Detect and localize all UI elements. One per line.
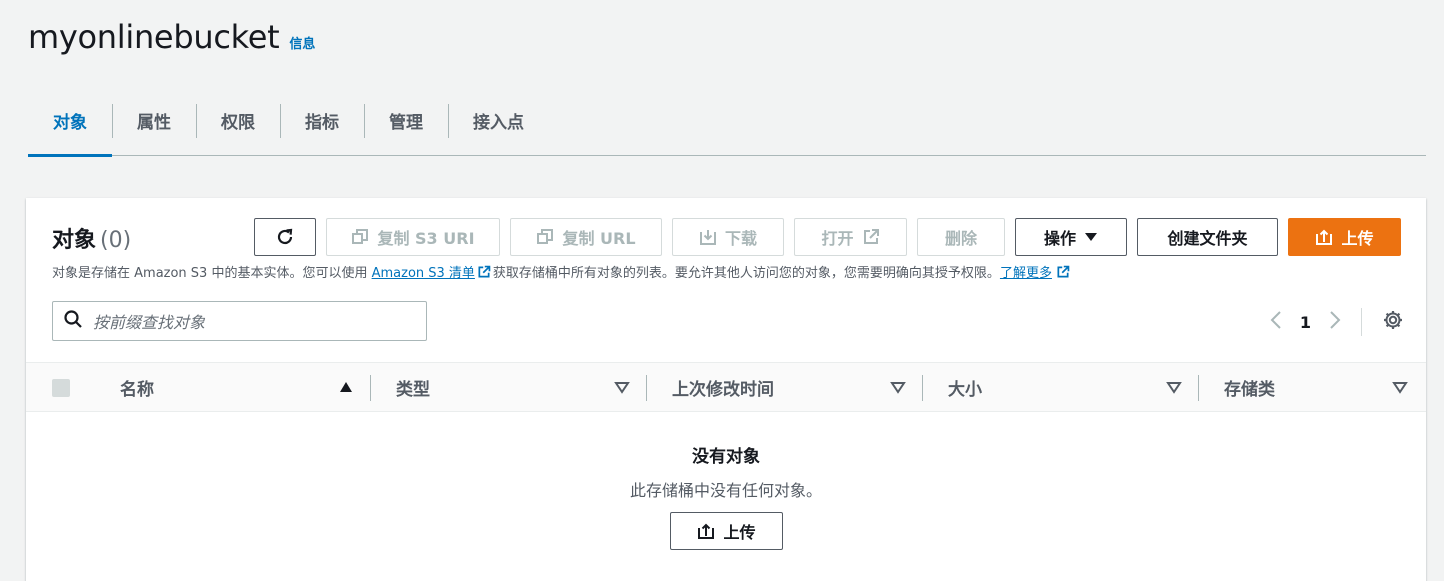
empty-state-subtitle: 此存储桶中没有任何对象。 (629, 481, 822, 500)
objects-panel: 对象 (0) 复制 S3 URI 复制 URL 下载 打开 删除 操作 创建文件… (26, 198, 1426, 581)
page-header: myonlinebucket 信息 (28, 18, 315, 56)
sort-icon[interactable] (614, 379, 630, 398)
refresh-icon (275, 227, 295, 247)
empty-upload-button[interactable]: 上传 (670, 512, 783, 550)
tab-metrics[interactable]: 指标 (280, 86, 364, 156)
upload-button[interactable]: 上传 (1288, 218, 1401, 256)
column-name[interactable]: 名称 (120, 363, 154, 411)
upload-icon (697, 522, 715, 540)
sort-icon[interactable] (1166, 379, 1182, 398)
delete-label: 删除 (944, 229, 977, 248)
empty-state-title: 没有对象 (692, 447, 760, 467)
column-storage-class[interactable]: 存储类 (1224, 363, 1275, 411)
column-type[interactable]: 类型 (396, 363, 430, 411)
tab-properties[interactable]: 属性 (112, 86, 196, 156)
sort-ascending-icon[interactable] (338, 379, 354, 398)
inventory-link[interactable]: Amazon S3 清单 (372, 266, 475, 281)
column-size[interactable]: 大小 (948, 363, 982, 411)
external-link-icon (862, 228, 880, 246)
column-divider[interactable] (1198, 375, 1199, 401)
bucket-title: myonlinebucket (28, 18, 280, 56)
column-last-modified[interactable]: 上次修改时间 (672, 363, 774, 411)
chevron-right-icon[interactable] (1329, 310, 1341, 334)
delete-button[interactable]: 删除 (917, 218, 1005, 256)
download-button[interactable]: 下载 (672, 218, 784, 256)
learn-more-link[interactable]: 了解更多 (1000, 266, 1052, 281)
column-divider[interactable] (646, 375, 647, 401)
sort-icon[interactable] (890, 379, 906, 398)
table-header: 名称 类型 上次修改时间 大小 存储类 (26, 362, 1426, 412)
prefix-search-input[interactable]: 按前缀查找对象 (52, 301, 427, 341)
open-label: 打开 (821, 229, 854, 248)
copy-icon (351, 228, 369, 246)
tab-permissions[interactable]: 权限 (196, 86, 280, 156)
tab-bar: 对象 属性 权限 指标 管理 接入点 (28, 86, 1426, 157)
refresh-button[interactable] (254, 218, 316, 256)
chevron-left-icon[interactable] (1270, 310, 1282, 334)
copy-url-label: 复制 URL (562, 229, 636, 248)
column-divider[interactable] (922, 375, 923, 401)
download-icon (699, 228, 717, 246)
tab-access-points[interactable]: 接入点 (448, 86, 549, 156)
copy-s3-uri-label: 复制 S3 URI (377, 229, 475, 248)
create-folder-label: 创建文件夹 (1167, 229, 1248, 248)
copy-s3-uri-button[interactable]: 复制 S3 URI (326, 218, 500, 256)
actions-label: 操作 (1043, 229, 1076, 248)
column-divider[interactable] (370, 375, 371, 401)
pager-divider (1361, 308, 1362, 336)
tab-management[interactable]: 管理 (364, 86, 448, 156)
tab-objects[interactable]: 对象 (28, 86, 112, 157)
objects-description: 对象是存储在 Amazon S3 中的基本实体。您可以使用 Amazon S3 … (52, 262, 1070, 283)
actions-dropdown[interactable]: 操作 (1015, 218, 1127, 256)
sort-icon[interactable] (1392, 379, 1408, 398)
external-link-icon (477, 265, 491, 283)
upload-icon (1315, 228, 1333, 246)
select-all-checkbox[interactable] (52, 379, 70, 397)
upload-label: 上传 (1341, 229, 1374, 248)
info-link[interactable]: 信息 (289, 33, 315, 52)
upload-label: 上传 (723, 523, 756, 542)
caret-down-icon (1084, 232, 1098, 242)
create-folder-button[interactable]: 创建文件夹 (1137, 218, 1278, 256)
copy-url-button[interactable]: 复制 URL (510, 218, 662, 256)
empty-state: 没有对象 此存储桶中没有任何对象。 上传 (26, 442, 1426, 550)
pagination: 1 (1270, 308, 1404, 336)
copy-icon (536, 228, 554, 246)
panel-title-text: 对象 (52, 228, 97, 253)
search-placeholder: 按前缀查找对象 (93, 313, 206, 332)
download-label: 下载 (724, 229, 757, 248)
external-link-icon (1056, 265, 1070, 283)
search-icon (63, 309, 83, 333)
panel-title: 对象 (0) (52, 222, 131, 254)
current-page[interactable]: 1 (1300, 313, 1311, 332)
object-count: (0) (100, 228, 132, 253)
description-text: 获取存储桶中所有对象的列表。要允许其他人访问您的对象，您需要明确向其授予权限。 (492, 266, 1000, 281)
description-text: 对象是存储在 Amazon S3 中的基本实体。您可以使用 (52, 266, 372, 281)
gear-icon[interactable] (1382, 309, 1404, 335)
open-button[interactable]: 打开 (794, 218, 907, 256)
